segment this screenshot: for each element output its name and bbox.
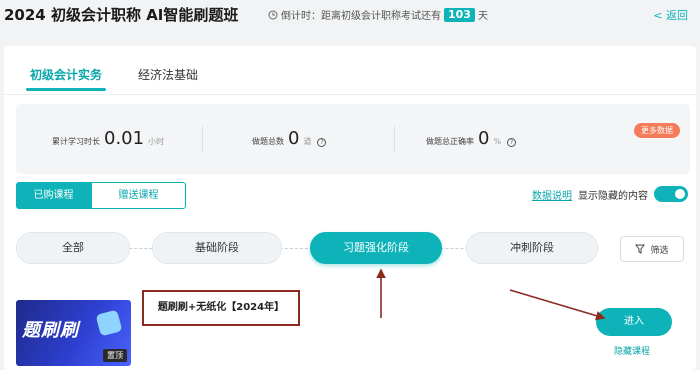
stat-label: 做题总正确率: [426, 137, 474, 146]
countdown-suffix: 天: [477, 11, 488, 22]
top-bar: 2024 初级会计职称 AI智能刷题班 倒计时：距离初级会计职称考试还有 103…: [0, 0, 700, 30]
stat-value: 0: [288, 128, 300, 149]
filter-button[interactable]: 筛选: [620, 236, 684, 262]
stat-value: 0: [478, 128, 490, 149]
stat-unit: 道: [303, 137, 312, 146]
countdown-prefix: 倒计时：距离初级会计职称考试还有: [281, 11, 441, 22]
pinned-badge: 置顶: [103, 349, 127, 362]
help-icon[interactable]: ?: [507, 138, 517, 147]
course-thumbnail[interactable]: 题刷刷 置顶: [16, 300, 131, 366]
filter-label: 筛选: [650, 245, 669, 256]
stat-questions-done: 做题总数 0 道 ?: [252, 128, 327, 149]
filter-icon: [635, 244, 646, 254]
exam-countdown: 倒计时：距离初级会计职称考试还有 103 天: [268, 7, 488, 22]
show-hidden-label: 显示隐藏的内容: [578, 190, 648, 202]
clock-icon: [268, 10, 278, 19]
enter-button[interactable]: 进入: [596, 308, 672, 336]
stats-panel: 累计学习时长 0.01 小时 做题总数 0 道 ? 做题总正确率 0 % ? 更…: [16, 104, 690, 174]
tab-divider: [4, 94, 696, 95]
stat-unit: %: [493, 137, 502, 146]
stat-study-time: 累计学习时长 0.01 小时: [52, 128, 164, 149]
course-title: 题刷刷+无纸化【2024年】: [142, 290, 300, 326]
stat-accuracy: 做题总正确率 0 % ?: [426, 128, 517, 149]
stage-all[interactable]: 全部: [16, 232, 130, 264]
purchased-courses-tab[interactable]: 已购课程: [16, 182, 91, 209]
hide-course-link[interactable]: 隐藏课程: [614, 344, 650, 357]
data-explain-link[interactable]: 数据说明: [532, 187, 572, 202]
page-title: 2024 初级会计职称 AI智能刷题班: [4, 6, 239, 24]
stat-value: 0.01: [104, 128, 145, 149]
help-icon[interactable]: ?: [317, 138, 327, 147]
chat-bubble-icon: [95, 309, 123, 337]
stat-label: 累计学习时长: [52, 137, 100, 146]
divider: [394, 126, 395, 152]
display-options: 数据说明 显示隐藏的内容: [532, 186, 688, 202]
divider: [202, 126, 203, 152]
tab-economic-law[interactable]: 经济法基础: [138, 66, 198, 83]
show-hidden-toggle[interactable]: [654, 186, 688, 202]
countdown-days: 103: [444, 7, 475, 22]
main-card: 初级会计实务 经济法基础 累计学习时长 0.01 小时 做题总数 0 道 ? 做…: [4, 46, 696, 370]
stage-sprint[interactable]: 冲刺阶段: [466, 232, 598, 264]
tab-accounting-practice[interactable]: 初级会计实务: [25, 66, 107, 91]
thumbnail-text: 题刷刷: [22, 320, 79, 341]
more-data-button[interactable]: 更多数据: [634, 123, 680, 138]
stage-basic[interactable]: 基础阶段: [152, 232, 282, 264]
gift-courses-tab[interactable]: 赠送课程: [91, 182, 186, 209]
back-link[interactable]: < 返回: [653, 7, 688, 23]
stat-unit: 小时: [148, 137, 165, 146]
stat-label: 做题总数: [252, 137, 284, 146]
stage-practice-intensive[interactable]: 习题强化阶段: [310, 232, 442, 264]
